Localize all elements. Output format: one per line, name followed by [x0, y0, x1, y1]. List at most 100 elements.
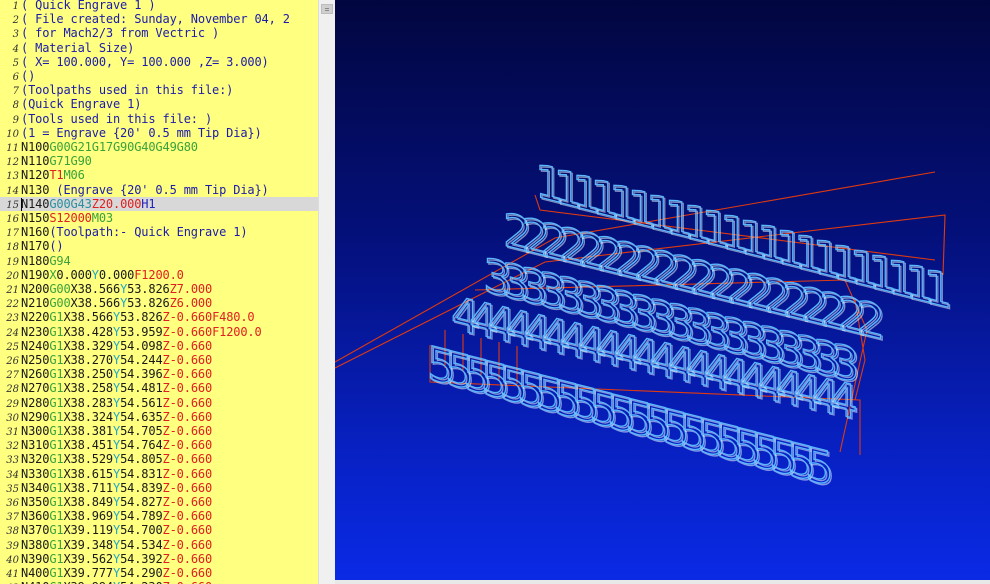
code-token: (Toolpaths used in this file:) [21, 83, 234, 98]
code-token: X38.566 [63, 310, 113, 325]
code-line[interactable]: 1( Quick Engrave 1 ) [0, 0, 318, 12]
code-line[interactable]: 13 N120T1M06 [0, 168, 318, 182]
code-token: () [49, 239, 64, 254]
code-line[interactable]: 4( Material Size) [0, 41, 318, 55]
code-token: G1 [49, 395, 64, 410]
code-line[interactable]: 33 N320G1X38.529Y54.805Z-0.660 [0, 452, 318, 466]
code-line[interactable]: 18 N170() [0, 239, 318, 253]
code-token: G1 [49, 566, 64, 580]
code-token: Z6.000 [169, 296, 213, 311]
code-token: G94 [49, 253, 71, 268]
code-token: 53.826 [127, 296, 170, 311]
code-token: Z-0.660 [162, 367, 213, 382]
code-token: G1 [49, 353, 64, 367]
code-token: G1 [49, 338, 64, 353]
code-line[interactable]: 26 N250G1X38.270Y54.244Z-0.660 [0, 353, 318, 367]
code-token: 54.705 [120, 424, 163, 438]
code-token: N260 [21, 367, 50, 382]
code-token: Z20.000 [91, 196, 142, 211]
code-line[interactable]: 29 N280G1X38.283Y54.561Z-0.660 [0, 396, 318, 410]
code-token: 54.764 [120, 438, 163, 453]
editor-vertical-scrollbar[interactable] [318, 0, 336, 584]
code-line[interactable]: 16 N150S12000M03 [0, 211, 318, 225]
code-line[interactable]: 32 N310G1X38.451Y54.764Z-0.660 [0, 438, 318, 452]
gcode-editor[interactable]: 1( Quick Engrave 1 ) 2( File created: Sun… [0, 0, 318, 584]
code-token: X38.451 [63, 438, 113, 453]
code-line[interactable]: 38 N370G1X39.119Y54.700Z-0.660 [0, 523, 318, 537]
code-token: X38.428 [63, 324, 113, 339]
code-token: N340 [21, 480, 50, 495]
code-token: X38.529 [63, 452, 113, 467]
code-token: Z-0.660 [162, 310, 213, 325]
code-token: N210 [21, 296, 50, 311]
code-line[interactable]: 9 (Tools used in this file: ) [0, 112, 318, 126]
code-token: (Tools used in this file: ) [21, 111, 213, 126]
code-token: Z-0.660 [162, 509, 213, 524]
svg-text:4: 4 [829, 369, 858, 430]
code-token: (Engrave {20' 0.5 mm Tip Dia}) [56, 182, 269, 197]
code-line[interactable]: 7 (Toolpaths used in this file:) [0, 83, 318, 97]
code-line[interactable]: 28 N270G1X38.258Y54.481Z-0.660 [0, 381, 318, 395]
toolpath-preview[interactable]: 1111111111111111111111111111111111111111… [335, 0, 990, 584]
code-token: X39.994 [63, 580, 113, 584]
code-token: G1 [49, 324, 64, 339]
code-token: N320 [21, 452, 50, 467]
code-token: 54.700 [120, 523, 163, 538]
code-line[interactable]: 39 N380G1X39.348Y54.534Z-0.660 [0, 538, 318, 552]
code-line[interactable]: 40 N390G1X39.562Y54.392Z-0.660 [0, 552, 318, 566]
code-line[interactable]: 37 N360G1X38.969Y54.789Z-0.660 [0, 509, 318, 523]
code-token: X38.711 [63, 480, 113, 495]
code-line[interactable]: 12 N110G71G90 [0, 154, 318, 168]
code-line[interactable]: 36 N350G1X38.849Y54.827Z-0.660 [0, 495, 318, 509]
code-line[interactable]: 20 N190X0.000Y0.000F1200.0 [0, 268, 318, 282]
code-line[interactable]: 8 (Quick Engrave 1) [0, 97, 318, 111]
code-token: Z-0.660 [162, 551, 213, 566]
code-line[interactable]: 30 N290G1X38.324Y54.635Z-0.660 [0, 410, 318, 424]
code-token: N380 [21, 537, 50, 552]
code-line[interactable]: 23 N220G1X38.566Y53.826Z-0.660F480.0 [0, 310, 318, 324]
code-line[interactable]: 15 N140G00G43Z20.000H1 [0, 196, 318, 211]
code-token: M03 [91, 211, 113, 225]
code-line[interactable]: 14 N130 (Engrave {20' 0.5 mm Tip Dia}) [0, 183, 318, 197]
code-token: 54.098 [120, 338, 163, 353]
code-token: X38.615 [63, 466, 113, 481]
code-token: Z7.000 [169, 282, 213, 296]
code-token: G00G21G17G90G40G49G80 [49, 140, 198, 154]
code-token: F480.0 [212, 310, 255, 325]
code-token: X38.969 [63, 509, 113, 524]
code-line[interactable]: 24 N230G1X38.428Y53.959Z-0.660F1200.0 [0, 325, 318, 339]
scrollbar-thumb[interactable] [321, 4, 333, 14]
toolpath-3d-viewport[interactable]: 1111111111111111111111111111111111111111… [335, 0, 990, 584]
code-line[interactable]: 5( X= 100.000, Y= 100.000 ,Z= 3.000) [0, 55, 318, 69]
code-token: G1 [49, 580, 63, 584]
app-window: 1( Quick Engrave 1 ) 2( File created: Sun… [0, 0, 990, 584]
code-line[interactable]: 22 N210G00X38.566Y53.826Z6.000 [0, 296, 318, 310]
code-line[interactable]: 19 N180G94 [0, 254, 318, 268]
code-token: F1200.0 [212, 324, 262, 339]
code-line[interactable]: 10 (1 = Engrave {20' 0.5 mm Tip Dia}) [0, 126, 318, 140]
code-token: G1 [49, 424, 64, 438]
code-token: Z-0.660 [162, 324, 213, 339]
code-token: G1 [49, 452, 64, 467]
code-line[interactable]: 42N410G1X39.994Y54.230Z-0.660 [0, 580, 318, 584]
code-token: X38.258 [63, 381, 113, 396]
code-token: G1 [49, 367, 64, 382]
code-line[interactable]: 41 N400G1X39.777Y54.290Z-0.660 [0, 566, 318, 580]
code-token: N130 [21, 182, 57, 197]
code-token: 54.635 [120, 409, 163, 424]
code-line[interactable]: 34 N330G1X38.615Y54.831Z-0.660 [0, 467, 318, 481]
code-token: H1 [141, 196, 156, 211]
code-line[interactable]: 25 N240G1X38.329Y54.098Z-0.660 [0, 339, 318, 353]
code-line[interactable]: 3( for Mach2/3 from Vectric ) [0, 26, 318, 40]
code-token: 53.826 [127, 282, 170, 296]
code-line[interactable]: 2( File created: Sunday, November 04, 2 [0, 12, 318, 26]
code-line[interactable]: 11 N100G00G21G17G90G40G49G80 [0, 140, 318, 154]
code-line[interactable]: 6() [0, 69, 318, 83]
code-line[interactable]: 31 N300G1X38.381Y54.705Z-0.660 [0, 424, 318, 438]
code-line[interactable]: 35 N340G1X38.711Y54.839Z-0.660 [0, 481, 318, 495]
code-line[interactable]: 27 N260G1X38.250Y54.396Z-0.660 [0, 367, 318, 381]
code-token: ( Material Size) [21, 40, 135, 55]
code-line[interactable]: 17 N160(Toolpath:- Quick Engrave 1) [0, 225, 318, 239]
code-token: G1 [49, 509, 64, 524]
code-line[interactable]: 21 N200G00X38.566Y53.826Z7.000 [0, 282, 318, 296]
